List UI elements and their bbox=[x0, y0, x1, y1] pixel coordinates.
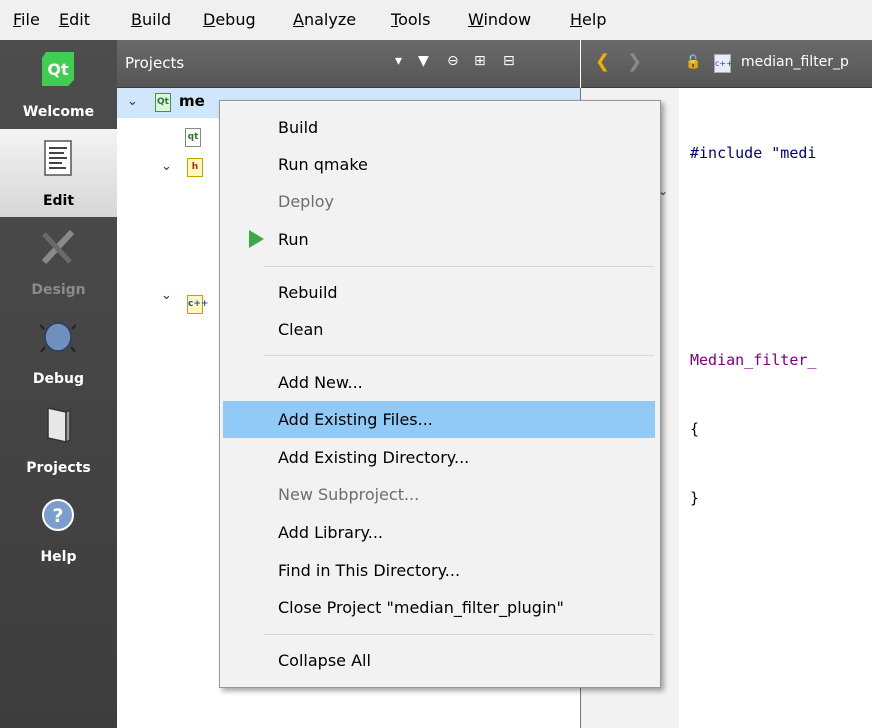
menu-item-add-existing-directory[interactable]: Add Existing Directory... bbox=[278, 448, 469, 467]
svg-text:?: ? bbox=[52, 505, 63, 527]
qt-project-icon: Qt bbox=[155, 93, 171, 112]
design-tools-icon bbox=[41, 229, 75, 265]
chevron-down-icon[interactable]: ⌄ bbox=[161, 159, 172, 174]
menu-window[interactable]: Window bbox=[468, 10, 531, 29]
menu-help[interactable]: Help bbox=[570, 10, 606, 29]
mode-design-label: Design bbox=[31, 282, 86, 298]
sources-folder-icon: c++ bbox=[187, 295, 208, 314]
mode-debug[interactable]: Debug bbox=[0, 307, 117, 395]
help-question-icon: ? bbox=[42, 499, 74, 531]
forward-arrow-icon[interactable]: ❯ bbox=[627, 51, 642, 72]
menu-build[interactable]: Build bbox=[131, 10, 171, 29]
filter-icon[interactable]: ▼ bbox=[418, 53, 429, 69]
menu-item-run-qmake[interactable]: Run qmake bbox=[278, 155, 368, 174]
menu-item-build[interactable]: Build bbox=[278, 118, 318, 137]
edit-document-icon bbox=[44, 140, 72, 176]
chevron-down-icon[interactable]: ⌄ bbox=[161, 288, 172, 303]
mode-welcome[interactable]: Qt Welcome bbox=[0, 40, 117, 128]
navigation-view-select[interactable]: Projects bbox=[125, 54, 184, 72]
menu-item-rebuild[interactable]: Rebuild bbox=[278, 283, 338, 302]
code-line-constructor: Median_filter_ bbox=[690, 351, 817, 369]
menu-analyze[interactable]: Analyze bbox=[293, 10, 356, 29]
svg-text:Qt: Qt bbox=[47, 60, 69, 79]
editor-file-name[interactable]: median_filter_p bbox=[741, 54, 849, 70]
mode-projects[interactable]: Projects bbox=[0, 396, 117, 484]
mode-help[interactable]: ? Help bbox=[0, 485, 117, 573]
code-line-include: #include "medi bbox=[690, 144, 817, 162]
menu-item-new-subproject[interactable]: New Subproject... bbox=[278, 485, 419, 504]
navigation-header: Projects ▾ ▼ ⊖ ⊞ ⊟ bbox=[117, 40, 580, 88]
menu-item-add-library[interactable]: Add Library... bbox=[278, 523, 383, 542]
close-panel-icon[interactable]: ⊟ bbox=[503, 53, 515, 69]
mode-edit-label: Edit bbox=[42, 193, 75, 209]
menu-file[interactable]: File bbox=[13, 10, 40, 29]
back-arrow-icon[interactable]: ❮ bbox=[595, 51, 610, 72]
lock-icon[interactable]: 🔓 bbox=[685, 55, 701, 70]
menu-debug[interactable]: Debug bbox=[203, 10, 256, 29]
code-editor[interactable]: #include "medi Median_filter_ { } bbox=[690, 96, 816, 533]
menu-item-deploy[interactable]: Deploy bbox=[278, 192, 334, 211]
menu-item-collapse-all[interactable]: Collapse All bbox=[278, 651, 371, 670]
menu-item-clean[interactable]: Clean bbox=[278, 320, 323, 339]
mode-help-label: Help bbox=[40, 549, 77, 565]
menu-tools[interactable]: Tools bbox=[391, 10, 430, 29]
menu-separator bbox=[264, 266, 654, 267]
code-line-open-brace: { bbox=[690, 420, 700, 438]
context-menu: Build Run qmake Deploy Run Rebuild Clean… bbox=[219, 100, 661, 688]
mode-projects-label: Projects bbox=[26, 460, 91, 476]
bug-icon bbox=[40, 322, 76, 353]
menu-item-add-existing-files[interactable]: Add Existing Files... bbox=[278, 410, 433, 429]
menu-separator bbox=[264, 634, 654, 635]
mode-bar: Qt Welcome Edit Design Debug Projects ? … bbox=[0, 40, 117, 728]
menu-separator bbox=[264, 355, 654, 356]
menu-edit[interactable]: Edit bbox=[59, 10, 90, 29]
chevron-down-icon[interactable]: ⌄ bbox=[127, 94, 138, 109]
chevron-down-icon[interactable]: ▾ bbox=[395, 53, 402, 69]
menu-item-close-project[interactable]: Close Project "median_filter_plugin" bbox=[278, 598, 564, 617]
mode-debug-label: Debug bbox=[32, 371, 85, 387]
menu-item-add-new[interactable]: Add New... bbox=[278, 373, 363, 392]
menu-item-run[interactable]: Run bbox=[278, 230, 309, 249]
mode-edit[interactable]: Edit bbox=[0, 129, 117, 217]
split-add-icon[interactable]: ⊞ bbox=[474, 53, 486, 69]
qt-logo-icon: Qt bbox=[42, 52, 74, 86]
menu-item-find-in-directory[interactable]: Find in This Directory... bbox=[278, 561, 460, 580]
run-icon bbox=[249, 230, 264, 248]
link-icon[interactable]: ⊖ bbox=[447, 53, 459, 69]
project-name: me bbox=[179, 92, 205, 110]
cpp-file-icon: c++ bbox=[714, 54, 733, 73]
pro-file-icon: qt bbox=[185, 128, 201, 147]
mode-design[interactable]: Design bbox=[0, 218, 117, 306]
mode-welcome-label: Welcome bbox=[22, 104, 95, 120]
projects-binder-icon bbox=[47, 407, 71, 444]
code-line-close-brace: } bbox=[690, 489, 700, 507]
editor-toolbar: ❮ ❯ 🔓 c++ median_filter_p bbox=[581, 40, 872, 88]
headers-folder-icon: h bbox=[187, 158, 203, 177]
menu-bar: File Edit Build Debug Analyze Tools Wind… bbox=[0, 0, 872, 40]
